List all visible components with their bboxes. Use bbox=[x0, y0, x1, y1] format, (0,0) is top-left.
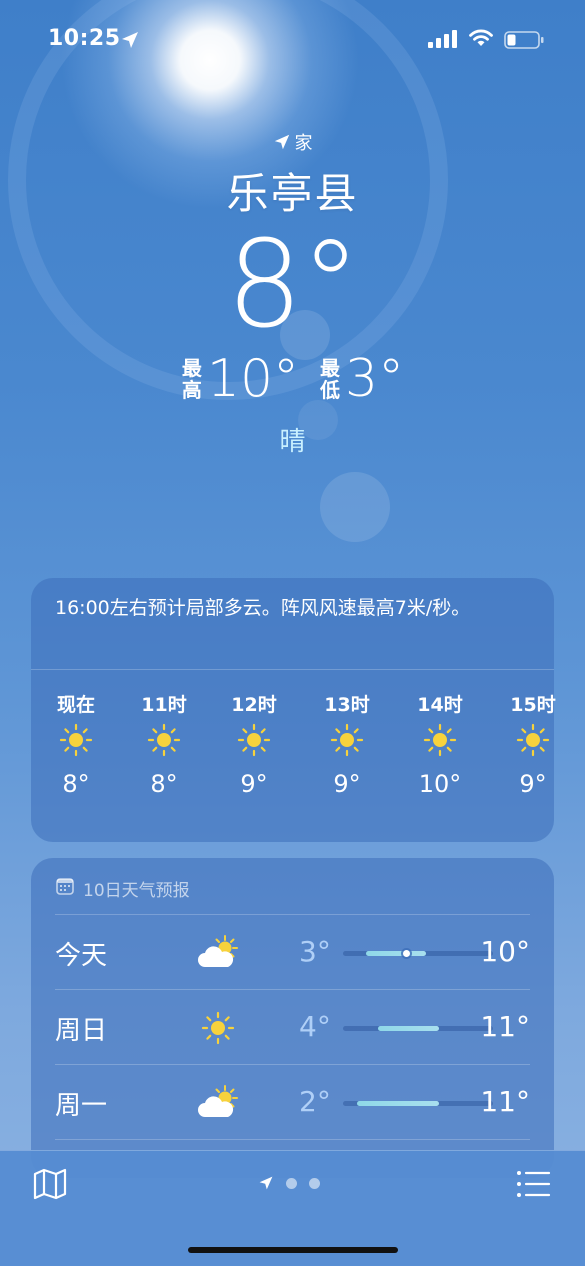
hour-item: 15时 9° bbox=[498, 690, 568, 804]
day-high: 11° bbox=[480, 1010, 530, 1043]
hour-label: 现在 bbox=[56, 694, 95, 716]
low-temperature: 最低 3° bbox=[319, 349, 404, 409]
hour-item: 12时 9° bbox=[219, 690, 289, 804]
day-low: 4° bbox=[299, 1010, 331, 1043]
temperature-range-bar bbox=[343, 950, 493, 957]
hour-temp: 9° bbox=[333, 770, 361, 798]
high-low-row: 最高 10° 最低 3° bbox=[0, 349, 585, 409]
hourly-forecast-card[interactable]: 16:00左右预计局部多云。阵风风速最高7米/秒。 现在 8° 11时 8° 1… bbox=[31, 578, 556, 842]
sun-icon bbox=[498, 716, 568, 764]
lens-flare bbox=[320, 472, 390, 542]
day-name: 今天 bbox=[55, 941, 108, 971]
calendar-icon bbox=[56, 878, 74, 895]
hour-label: 12时 bbox=[231, 694, 277, 716]
day-low: 2° bbox=[299, 1085, 331, 1118]
temperature-range-fill bbox=[365, 951, 426, 956]
list-icon[interactable] bbox=[516, 1169, 552, 1199]
high-label: 最高 bbox=[181, 356, 202, 402]
hour-label: 15时 bbox=[510, 694, 556, 716]
sun-icon bbox=[219, 716, 289, 764]
location-header: 家 乐亭县 8° 最高 10° 最低 3° 晴 bbox=[0, 130, 585, 458]
sun-icon bbox=[201, 1011, 235, 1045]
location-arrow-icon bbox=[274, 134, 289, 150]
hour-temp: 8° bbox=[150, 770, 178, 798]
current-temperature-dot bbox=[402, 950, 410, 957]
partly-cloudy-icon bbox=[198, 935, 238, 967]
status-time: 10:25 bbox=[48, 26, 121, 51]
hour-item: 13时 9° bbox=[312, 690, 382, 804]
page-dot bbox=[286, 1177, 297, 1189]
cellular-signal-icon bbox=[428, 30, 457, 48]
battery-icon bbox=[504, 31, 544, 49]
sun-icon bbox=[312, 716, 382, 764]
page-indicator[interactable] bbox=[258, 1175, 320, 1191]
forecast-summary: 16:00左右预计局部多云。阵风风速最高7米/秒。 bbox=[31, 578, 554, 670]
temperature-range-bar bbox=[343, 1026, 493, 1031]
day-name: 周一 bbox=[55, 1091, 108, 1121]
current-temperature: 8° bbox=[226, 216, 360, 355]
high-value: 10° bbox=[206, 349, 300, 409]
temperature-range-fill bbox=[377, 1026, 439, 1031]
sun-icon bbox=[129, 716, 199, 764]
partly-cloudy-icon bbox=[198, 1085, 238, 1117]
hour-label: 11时 bbox=[141, 694, 187, 716]
ten-day-forecast-card[interactable]: 10日天气预报 今天 3° 10° 周日 4° 11° 周一 2° 11° bbox=[31, 858, 554, 1178]
condition-text: 晴 bbox=[279, 427, 306, 457]
temperature-range-fill bbox=[356, 1101, 439, 1106]
hour-temp: 9° bbox=[519, 770, 547, 798]
day-high: 11° bbox=[480, 1085, 530, 1118]
day-row[interactable]: 周一 2° 11° bbox=[55, 1064, 530, 1139]
wifi-icon bbox=[469, 29, 493, 46]
day-row[interactable]: 周日 4° 11° bbox=[55, 989, 530, 1064]
ten-day-title: 10日天气预报 bbox=[83, 881, 190, 901]
hour-label: 14时 bbox=[417, 694, 463, 716]
hour-temp: 8° bbox=[62, 770, 90, 798]
hour-temp: 9° bbox=[240, 770, 268, 798]
hour-item: 现在 8° bbox=[41, 690, 111, 804]
bottom-toolbar bbox=[0, 1150, 585, 1266]
home-tag: 家 bbox=[0, 130, 585, 154]
home-tag-label: 家 bbox=[294, 133, 313, 154]
hour-item: 11时 8° bbox=[129, 690, 199, 804]
hour-item: 14时 10° bbox=[405, 690, 475, 804]
map-icon[interactable] bbox=[32, 1167, 68, 1201]
day-row[interactable]: 今天 3° 10° bbox=[55, 914, 530, 989]
ten-day-header: 10日天气预报 bbox=[31, 858, 554, 914]
hour-temp: 10° bbox=[418, 770, 462, 798]
day-name: 周日 bbox=[55, 1016, 108, 1046]
low-label: 最低 bbox=[320, 356, 341, 402]
status-bar: 10:25 bbox=[0, 22, 585, 56]
city-name: 乐亭县 bbox=[226, 169, 359, 218]
home-indicator[interactable] bbox=[188, 1247, 398, 1253]
location-arrow-icon bbox=[122, 32, 138, 48]
location-arrow-icon bbox=[259, 1176, 273, 1190]
temperature-range-bar bbox=[343, 1101, 493, 1106]
hour-label: 13时 bbox=[324, 694, 370, 716]
low-value: 3° bbox=[345, 349, 405, 409]
sun-icon bbox=[405, 716, 475, 764]
page-dot bbox=[309, 1177, 320, 1189]
high-temperature: 最高 10° bbox=[181, 349, 299, 409]
day-high: 10° bbox=[480, 935, 530, 968]
day-low: 3° bbox=[299, 935, 331, 968]
sun-icon bbox=[41, 716, 111, 764]
